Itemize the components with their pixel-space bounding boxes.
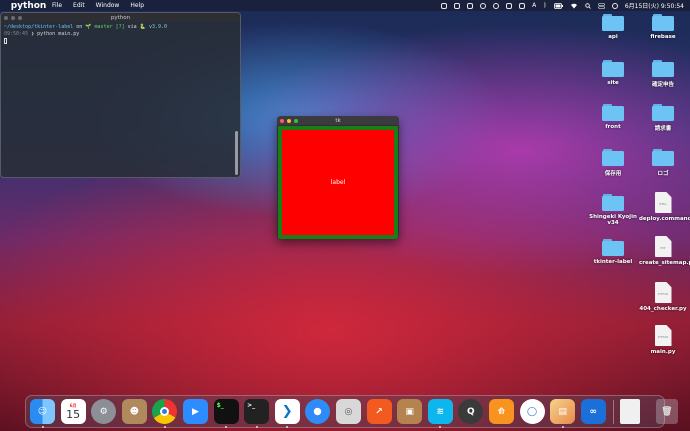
desktop-folder-invoice[interactable]: 請求書 xyxy=(639,104,687,132)
desktop-file-create-sitemap[interactable]: PHPcreate_sitemap.php xyxy=(639,236,690,266)
status-app-icon[interactable] xyxy=(493,2,500,9)
search-icon[interactable] xyxy=(585,2,591,9)
folder-icon xyxy=(602,14,624,31)
desktop-folder-api[interactable]: api xyxy=(589,14,637,40)
python-file-icon: PYTHON xyxy=(654,282,672,303)
folder-icon xyxy=(602,194,624,211)
php-file-icon: PHP xyxy=(654,236,672,257)
status-app-icon[interactable] xyxy=(506,2,513,9)
vscode-icon[interactable]: ❯ xyxy=(274,399,300,428)
folder-icon xyxy=(602,149,624,166)
package-icon[interactable]: ▣ xyxy=(397,399,423,424)
status-app-icon[interactable] xyxy=(454,2,461,9)
contacts-icon[interactable]: ☻ xyxy=(121,399,147,424)
control-center-icon[interactable] xyxy=(598,2,605,9)
calendar-icon[interactable]: 6月 15 xyxy=(60,399,86,424)
infinity-icon[interactable]: ∞ xyxy=(580,399,606,424)
dock: ☺ 6月 15 ⚙ ☻ ▶ $_ >_ ❯ ◎ ↗ ▣ ≋ Q ⟰ ◯ ▤ ∞ 🗑 xyxy=(25,395,678,428)
desktop-folder-tkinter-label[interactable]: tkinter-label xyxy=(589,239,637,265)
command-line: 09:50:45 ❯ python main.py xyxy=(4,31,80,37)
tableplus-icon[interactable]: ↗ xyxy=(366,399,392,424)
status-app-icon[interactable] xyxy=(480,2,487,9)
menu-window[interactable]: Window xyxy=(96,2,120,9)
folder-icon xyxy=(602,104,624,121)
status-app-icon[interactable] xyxy=(519,2,526,9)
folder-icon xyxy=(602,239,624,256)
tk-label: label xyxy=(282,130,394,235)
oracle-icon[interactable]: ◯ xyxy=(519,399,545,424)
clock[interactable]: 6月15日(火) 9:50:54 xyxy=(625,1,684,10)
menu-file[interactable]: File xyxy=(52,2,62,9)
docker-icon[interactable]: ≋ xyxy=(427,399,453,428)
shell-file-icon: SHELL xyxy=(654,192,672,213)
menu-help[interactable]: Help xyxy=(130,2,144,9)
desktop-folder-site[interactable]: site xyxy=(589,60,637,86)
terminal-title-bar[interactable]: python xyxy=(1,13,240,22)
status-area: A ᛒ 6月15日(火) 9:50:54 xyxy=(441,1,684,10)
terminal-cursor xyxy=(4,38,7,44)
folder-icon xyxy=(652,149,674,166)
desktop-folder-shingeki[interactable]: Shingeki Kyojin v34 xyxy=(589,194,637,226)
terminal-window[interactable]: python ~/desktop/tkinter-label on 🌱 mast… xyxy=(0,12,241,178)
input-source-indicator[interactable]: A xyxy=(532,2,536,9)
prompt-line: ~/desktop/tkinter-label on 🌱 master [?] … xyxy=(4,24,168,30)
terminal-title: python xyxy=(110,14,131,21)
chrome-icon[interactable] xyxy=(152,399,178,428)
desktop-file-404-checker[interactable]: PYTHON 404_checker.py xyxy=(639,282,687,312)
dock-separator xyxy=(613,399,615,424)
trash-icon[interactable]: 🗑 xyxy=(655,399,678,424)
zoom-icon[interactable]: ▶ xyxy=(182,399,208,424)
folder-icon xyxy=(652,60,674,77)
status-app-icon[interactable] xyxy=(441,2,448,9)
terminal-icon[interactable]: >_ xyxy=(244,399,270,428)
finder-icon[interactable]: ☺ xyxy=(30,399,55,428)
quicktime-icon[interactable]: Q xyxy=(458,399,484,424)
bluetooth-icon[interactable]: ᛒ xyxy=(543,2,547,9)
folder-icon xyxy=(602,60,624,77)
battery-icon[interactable] xyxy=(553,2,563,9)
preview-icon[interactable]: ▤ xyxy=(550,399,576,428)
sequel-icon[interactable]: ◎ xyxy=(335,399,361,424)
tk-frame: label xyxy=(278,126,398,239)
safari-icon[interactable] xyxy=(305,399,331,424)
tk-window[interactable]: tk label xyxy=(277,116,399,239)
tk-title: tk xyxy=(335,117,341,124)
system-preferences-icon[interactable]: ⚙ xyxy=(91,399,117,424)
sourcetree-icon[interactable]: ⟰ xyxy=(488,399,514,424)
desktop-folder-tax[interactable]: 確定申告 xyxy=(639,60,687,88)
menu-edit[interactable]: Edit xyxy=(73,2,85,9)
desktop-folder-logo[interactable]: ロゴ xyxy=(639,149,687,177)
siri-icon[interactable] xyxy=(611,2,618,9)
document-icon[interactable] xyxy=(620,399,641,424)
folder-icon xyxy=(652,14,674,31)
desktop-file-main-py[interactable]: PYTHON main.py xyxy=(639,325,687,355)
desktop-folder-saved[interactable]: 保存用 xyxy=(589,149,637,177)
terminal-content[interactable]: ~/desktop/tkinter-label on 🌱 master [?] … xyxy=(1,22,240,48)
tk-title-bar[interactable]: tk xyxy=(277,116,399,125)
menu-bar: python File Edit Window Help A ᛒ 6月15日(火… xyxy=(0,0,690,11)
status-app-icon[interactable] xyxy=(467,2,474,9)
desktop-folder-firebase[interactable]: firebase xyxy=(639,14,687,40)
python-file-icon: PYTHON xyxy=(654,325,672,346)
iterm-icon[interactable]: $_ xyxy=(213,399,239,428)
desktop-folder-front[interactable]: front xyxy=(589,104,637,130)
folder-icon xyxy=(652,104,674,121)
scrollbar[interactable] xyxy=(235,131,238,175)
wifi-icon[interactable] xyxy=(570,3,578,9)
desktop-file-deploy[interactable]: SHELL deploy.command xyxy=(639,192,690,222)
